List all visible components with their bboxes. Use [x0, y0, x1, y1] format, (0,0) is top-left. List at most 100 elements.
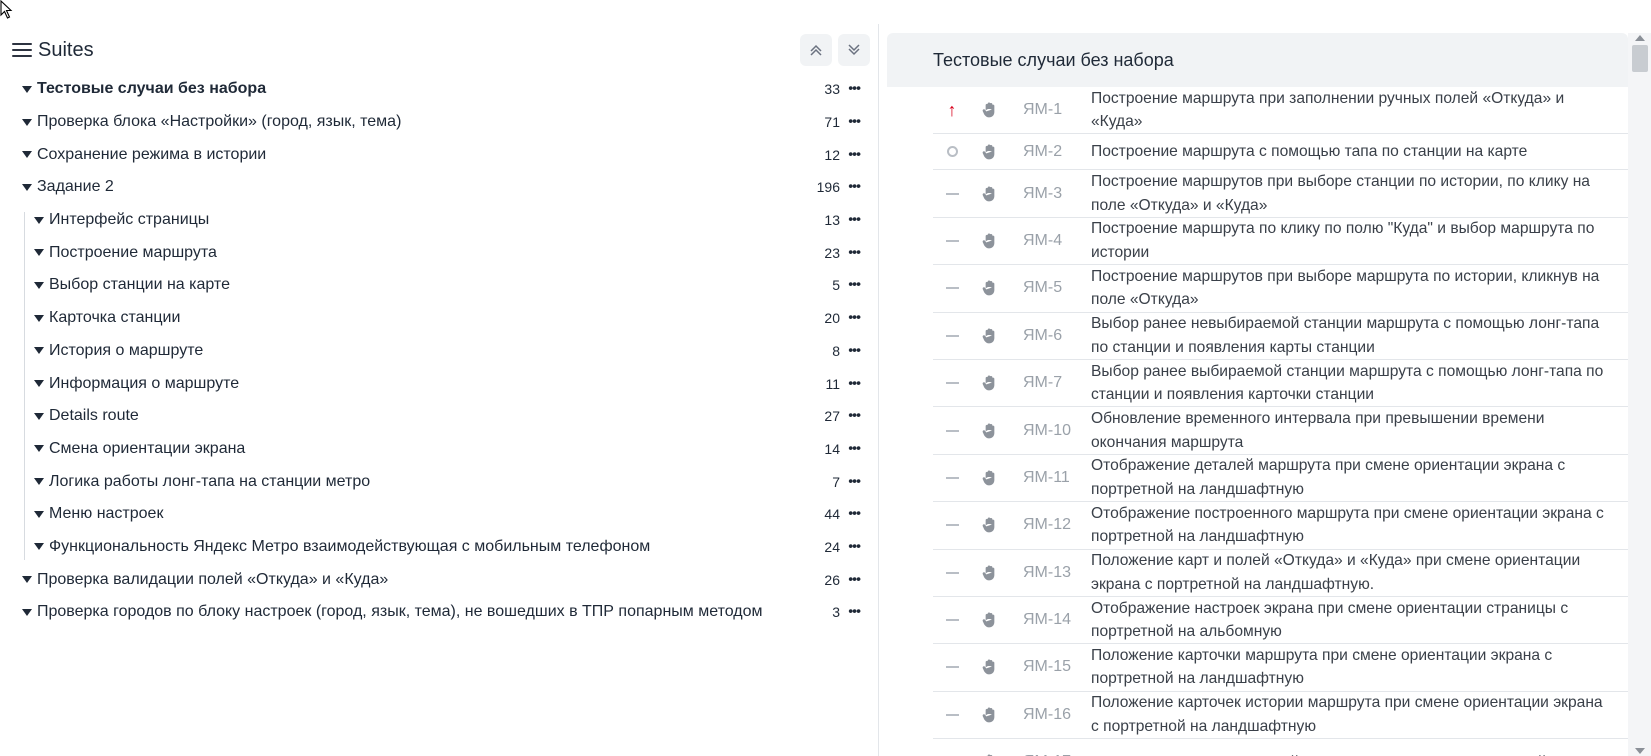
case-row[interactable]: ЯМ-6 Выбор ранее невыбираемой станции мар… — [933, 313, 1628, 360]
suite-tree-row[interactable]: Меню настроек 44 ••• — [0, 498, 868, 531]
case-row[interactable]: ЯМ-7 Выбор ранее выбираемой станции маршр… — [933, 360, 1628, 408]
suite-tree-row[interactable]: Построение маршрута 23 ••• — [0, 236, 868, 269]
caret-down-icon[interactable] — [34, 445, 44, 453]
case-id[interactable]: ЯМ-15 — [1023, 658, 1071, 676]
more-options-icon[interactable]: ••• — [848, 505, 861, 521]
more-options-icon[interactable]: ••• — [848, 537, 861, 553]
caret-down-icon[interactable] — [34, 478, 44, 486]
case-id[interactable]: ЯМ-1 — [1023, 101, 1062, 119]
suite-tree-row[interactable]: Функциональность Яндекс Метро взаимодейс… — [0, 531, 868, 564]
case-title[interactable]: Обновление временного интервала при прев… — [1091, 407, 1606, 454]
case-title[interactable]: Положение карточки маршрута при смене ор… — [1091, 644, 1606, 691]
suite-label[interactable]: Сохранение режима в истории — [37, 146, 266, 164]
case-row[interactable]: ЯМ-4 Построение маршрута по клику по полю… — [933, 218, 1628, 266]
suite-tree-row[interactable]: Смена ориентации экрана 14 ••• — [0, 433, 868, 466]
caret-down-icon[interactable] — [34, 314, 44, 322]
case-id[interactable]: ЯМ-2 — [1023, 143, 1062, 161]
case-row[interactable]: ЯМ-5 Построение маршрутов при выборе марш… — [933, 265, 1628, 313]
collapse-all-button[interactable] — [800, 34, 832, 66]
suite-label[interactable]: Меню настроек — [49, 505, 163, 523]
suite-tree-row[interactable]: Информация о маршруте 11 ••• — [0, 367, 868, 400]
caret-down-icon[interactable] — [22, 183, 32, 191]
case-row[interactable]: ЯМ-14 Отображение настроек экрана при сме… — [933, 597, 1628, 645]
suite-tree-row[interactable]: Details route 27 ••• — [0, 400, 868, 433]
more-options-icon[interactable]: ••• — [848, 309, 861, 325]
case-id[interactable]: ЯМ-14 — [1023, 611, 1071, 629]
caret-down-icon[interactable] — [34, 543, 44, 551]
case-title[interactable]: Построение маршрутов при выборе маршрута… — [1091, 265, 1606, 312]
hamburger-icon[interactable] — [12, 41, 32, 59]
case-title[interactable]: Построение маршрутов при выборе станции … — [1091, 170, 1606, 217]
expand-all-button[interactable] — [838, 34, 870, 66]
more-options-icon[interactable]: ••• — [848, 603, 861, 619]
suite-label[interactable]: Проверка блока «Настройки» (город, язык,… — [37, 113, 401, 131]
case-row[interactable]: ЯМ-11 Отображение деталей маршрута при см… — [933, 455, 1628, 503]
scroll-up-icon[interactable] — [1635, 35, 1645, 41]
more-options-icon[interactable]: ••• — [848, 145, 861, 161]
caret-down-icon[interactable] — [22, 576, 32, 584]
case-id[interactable]: ЯМ-12 — [1023, 516, 1071, 534]
more-options-icon[interactable]: ••• — [848, 374, 861, 390]
case-id[interactable]: ЯМ-16 — [1023, 706, 1071, 724]
case-title[interactable]: Выбор ранее выбираемой станции маршрута … — [1091, 360, 1606, 407]
case-title[interactable]: Выбор ранее невыбираемой станции маршрут… — [1091, 312, 1606, 359]
case-row[interactable]: ЯМ-12 Отображение построенного маршрута п… — [933, 502, 1628, 550]
suite-label[interactable]: Функциональность Яндекс Метро взаимодейс… — [49, 538, 650, 556]
caret-down-icon[interactable] — [22, 608, 32, 616]
more-options-icon[interactable]: ••• — [848, 341, 861, 357]
case-title[interactable]: Положение карточек истории маршрута при … — [1091, 691, 1606, 738]
panel-divider[interactable] — [878, 24, 879, 756]
suite-label[interactable]: Карточка станции — [49, 309, 180, 327]
suite-label[interactable]: Задание 2 — [37, 178, 114, 196]
case-row[interactable]: ЯМ-2 Построение маршрута с помощью тапа п… — [933, 134, 1628, 171]
suite-label[interactable]: Информация о маршруте — [49, 375, 239, 393]
case-row[interactable]: ↑ ЯМ-1 Построение маршрута при заполнении … — [933, 87, 1628, 135]
case-row[interactable]: ЯМ-15 Положение карточки маршрута при сме… — [933, 644, 1628, 692]
more-options-icon[interactable]: ••• — [848, 210, 861, 226]
caret-down-icon[interactable] — [22, 151, 32, 159]
suite-tree-row[interactable]: Сохранение режима в истории 12 ••• — [0, 138, 868, 171]
more-options-icon[interactable]: ••• — [848, 178, 861, 194]
caret-down-icon[interactable] — [34, 249, 44, 257]
more-options-icon[interactable]: ••• — [848, 439, 861, 455]
suite-label[interactable]: История о маршруте — [49, 342, 203, 360]
suite-tree-row[interactable]: Проверка городов по блоку настроек (горо… — [0, 596, 868, 629]
case-id[interactable]: ЯМ-4 — [1023, 232, 1062, 250]
caret-down-icon[interactable] — [34, 281, 44, 289]
caret-down-icon[interactable] — [22, 85, 32, 93]
case-title[interactable]: Отображение построенного маршрута при см… — [1091, 502, 1606, 549]
case-id[interactable]: ЯМ-10 — [1023, 422, 1071, 440]
suite-tree-row[interactable]: Проверка валидации полей «Откуда» и «Куд… — [0, 563, 868, 596]
case-id[interactable]: ЯМ-3 — [1023, 185, 1062, 203]
caret-down-icon[interactable] — [34, 347, 44, 355]
more-options-icon[interactable]: ••• — [848, 407, 861, 423]
case-title[interactable]: Отображение настроек экрана при смене ор… — [1091, 597, 1606, 644]
suite-tree-row[interactable]: Выбор станции на карте 5 ••• — [0, 269, 868, 302]
suite-tree-row[interactable]: Логика работы лонг-тапа на станции метро… — [0, 465, 868, 498]
case-title[interactable]: Построение маршрута при заполнении ручны… — [1091, 87, 1606, 134]
suite-label[interactable]: Проверка валидации полей «Откуда» и «Куд… — [37, 571, 388, 589]
suite-label[interactable]: Выбор станции на карте — [49, 276, 230, 294]
case-title[interactable]: Построение маршрута с помощью тапа по ст… — [1091, 140, 1606, 164]
scrollbar[interactable] — [1628, 33, 1651, 756]
case-id[interactable]: ЯМ-11 — [1023, 469, 1070, 487]
suite-tree-row[interactable]: Проверка блока «Настройки» (город, язык,… — [0, 106, 868, 139]
case-row[interactable]: ЯМ-10 Обновление временного интервала при… — [933, 407, 1628, 455]
suite-label[interactable]: Логика работы лонг-тапа на станции метро — [49, 473, 370, 491]
case-row[interactable]: ЯМ-16 Положение карточек истории маршрута… — [933, 691, 1628, 740]
more-options-icon[interactable]: ••• — [848, 112, 861, 128]
suite-label[interactable]: Смена ориентации экрана — [49, 440, 245, 458]
suite-label[interactable]: Проверка городов по блоку настроек (горо… — [37, 603, 763, 621]
suite-label[interactable]: Построение маршрута — [49, 244, 217, 262]
suite-tree-row[interactable]: Тестовые случаи без набора 33 ••• — [0, 73, 868, 106]
case-id[interactable]: ЯМ-5 — [1023, 279, 1062, 297]
suite-label[interactable]: Тестовые случаи без набора — [37, 80, 266, 98]
case-row[interactable]: ЯМ-17Положение карточки на стойке при см… — [933, 739, 1628, 756]
caret-down-icon[interactable] — [34, 510, 44, 518]
caret-down-icon[interactable] — [22, 118, 32, 126]
suite-label[interactable]: Details route — [49, 407, 139, 425]
case-id[interactable]: ЯМ-13 — [1023, 564, 1071, 582]
scroll-down-icon[interactable] — [1635, 748, 1645, 754]
suite-tree-row[interactable]: История о маршруте 8 ••• — [0, 335, 868, 368]
case-row[interactable]: ЯМ-3 Построение маршрутов при выборе стан… — [933, 170, 1628, 218]
